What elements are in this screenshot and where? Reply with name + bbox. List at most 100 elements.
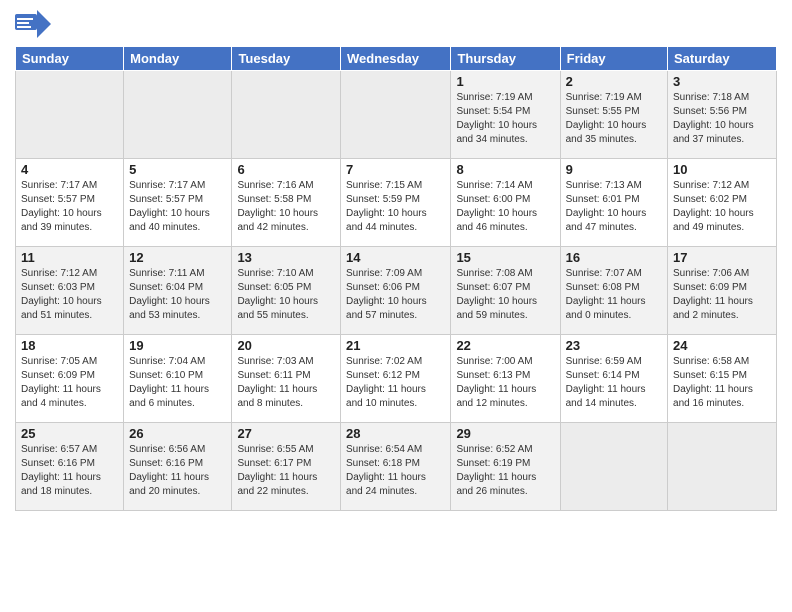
day-number: 14 — [346, 250, 445, 265]
day-number: 29 — [456, 426, 554, 441]
day-number: 16 — [566, 250, 662, 265]
calendar-day-cell: 20 Sunrise: 7:03 AM Sunset: 6:11 PM Dayli… — [232, 335, 341, 423]
day-number: 4 — [21, 162, 118, 177]
calendar-day-cell — [668, 423, 777, 511]
day-number: 7 — [346, 162, 445, 177]
day-info: Sunrise: 7:16 AM Sunset: 5:58 PM Dayligh… — [237, 179, 335, 235]
day-info: Sunrise: 7:17 AM Sunset: 5:57 PM Dayligh… — [21, 179, 118, 235]
day-info: Sunrise: 7:09 AM Sunset: 6:06 PM Dayligh… — [346, 267, 445, 323]
logo-icon — [15, 10, 51, 38]
day-number: 5 — [129, 162, 226, 177]
day-info: Sunrise: 7:12 AM Sunset: 6:03 PM Dayligh… — [21, 267, 118, 323]
day-info: Sunrise: 7:05 AM Sunset: 6:09 PM Dayligh… — [21, 355, 118, 411]
day-info: Sunrise: 6:59 AM Sunset: 6:14 PM Dayligh… — [566, 355, 662, 411]
weekday-header-monday: Monday — [124, 47, 232, 71]
calendar-day-cell: 10Sunrise: 7:12 AM Sunset: 6:02 PM Dayli… — [668, 159, 777, 247]
day-number: 19 — [129, 338, 226, 353]
calendar-day-cell: 24 Sunrise: 6:58 AM Sunset: 6:15 PM Dayli… — [668, 335, 777, 423]
calendar-week-row: 1 Sunrise: 7:19 AM Sunset: 5:54 PM Daylig… — [16, 71, 777, 159]
day-number: 8 — [456, 162, 554, 177]
day-info: Sunrise: 7:07 AM Sunset: 6:08 PM Dayligh… — [566, 267, 662, 323]
day-info: Sunrise: 7:19 AM Sunset: 5:55 PM Dayligh… — [566, 91, 662, 147]
calendar-day-cell: 5 Sunrise: 7:17 AM Sunset: 5:57 PM Daylig… — [124, 159, 232, 247]
calendar-day-cell: 11 Sunrise: 7:12 AM Sunset: 6:03 PM Dayli… — [16, 247, 124, 335]
day-info: Sunrise: 7:19 AM Sunset: 5:54 PM Dayligh… — [456, 91, 554, 147]
day-number: 23 — [566, 338, 662, 353]
header — [15, 10, 777, 38]
calendar-day-cell — [341, 71, 451, 159]
day-number: 24 — [673, 338, 771, 353]
calendar-day-cell: 3 Sunrise: 7:18 AM Sunset: 5:56 PM Daylig… — [668, 71, 777, 159]
calendar-day-cell: 14 Sunrise: 7:09 AM Sunset: 6:06 PM Dayli… — [341, 247, 451, 335]
calendar-day-cell: 6 Sunrise: 7:16 AM Sunset: 5:58 PM Daylig… — [232, 159, 341, 247]
day-info: Sunrise: 6:57 AM Sunset: 6:16 PM Dayligh… — [21, 443, 118, 499]
calendar-day-cell: 26 Sunrise: 6:56 AM Sunset: 6:16 PM Dayli… — [124, 423, 232, 511]
weekday-header-tuesday: Tuesday — [232, 47, 341, 71]
calendar-day-cell: 7 Sunrise: 7:15 AM Sunset: 5:59 PM Daylig… — [341, 159, 451, 247]
day-number: 17 — [673, 250, 771, 265]
day-info: Sunrise: 7:18 AM Sunset: 5:56 PM Dayligh… — [673, 91, 771, 147]
calendar-day-cell — [124, 71, 232, 159]
calendar-day-cell: 16 Sunrise: 7:07 AM Sunset: 6:08 PM Dayli… — [560, 247, 667, 335]
calendar-day-cell: 21Sunrise: 7:02 AM Sunset: 6:12 PM Dayli… — [341, 335, 451, 423]
logo — [15, 10, 55, 38]
calendar-week-row: 4 Sunrise: 7:17 AM Sunset: 5:57 PM Daylig… — [16, 159, 777, 247]
day-number: 27 — [237, 426, 335, 441]
weekday-header-sunday: Sunday — [16, 47, 124, 71]
calendar-week-row: 18 Sunrise: 7:05 AM Sunset: 6:09 PM Dayli… — [16, 335, 777, 423]
calendar-day-cell: 19 Sunrise: 7:04 AM Sunset: 6:10 PM Dayli… — [124, 335, 232, 423]
day-number: 2 — [566, 74, 662, 89]
day-info: Sunrise: 7:15 AM Sunset: 5:59 PM Dayligh… — [346, 179, 445, 235]
calendar-day-cell: 9Sunrise: 7:13 AM Sunset: 6:01 PM Daylig… — [560, 159, 667, 247]
day-info: Sunrise: 6:54 AM Sunset: 6:18 PM Dayligh… — [346, 443, 445, 499]
day-number: 1 — [456, 74, 554, 89]
day-info: Sunrise: 7:11 AM Sunset: 6:04 PM Dayligh… — [129, 267, 226, 323]
day-info: Sunrise: 7:08 AM Sunset: 6:07 PM Dayligh… — [456, 267, 554, 323]
day-info: Sunrise: 7:04 AM Sunset: 6:10 PM Dayligh… — [129, 355, 226, 411]
day-number: 12 — [129, 250, 226, 265]
day-number: 10 — [673, 162, 771, 177]
day-info: Sunrise: 7:00 AM Sunset: 6:13 PM Dayligh… — [456, 355, 554, 411]
day-number: 25 — [21, 426, 118, 441]
day-number: 6 — [237, 162, 335, 177]
calendar-day-cell: 15Sunrise: 7:08 AM Sunset: 6:07 PM Dayli… — [451, 247, 560, 335]
calendar-day-cell: 1 Sunrise: 7:19 AM Sunset: 5:54 PM Daylig… — [451, 71, 560, 159]
day-number: 22 — [456, 338, 554, 353]
calendar-day-cell: 4 Sunrise: 7:17 AM Sunset: 5:57 PM Daylig… — [16, 159, 124, 247]
calendar-table: SundayMondayTuesdayWednesdayThursdayFrid… — [15, 46, 777, 511]
day-number: 9 — [566, 162, 662, 177]
day-info: Sunrise: 6:58 AM Sunset: 6:15 PM Dayligh… — [673, 355, 771, 411]
day-info: Sunrise: 7:17 AM Sunset: 5:57 PM Dayligh… — [129, 179, 226, 235]
calendar-day-cell: 27 Sunrise: 6:55 AM Sunset: 6:17 PM Dayli… — [232, 423, 341, 511]
day-number: 26 — [129, 426, 226, 441]
weekday-header-saturday: Saturday — [668, 47, 777, 71]
day-info: Sunrise: 6:55 AM Sunset: 6:17 PM Dayligh… — [237, 443, 335, 499]
calendar-day-cell: 18 Sunrise: 7:05 AM Sunset: 6:09 PM Dayli… — [16, 335, 124, 423]
day-info: Sunrise: 7:10 AM Sunset: 6:05 PM Dayligh… — [237, 267, 335, 323]
page-container: SundayMondayTuesdayWednesdayThursdayFrid… — [0, 0, 792, 516]
calendar-day-cell — [560, 423, 667, 511]
day-number: 3 — [673, 74, 771, 89]
weekday-header-friday: Friday — [560, 47, 667, 71]
day-info: Sunrise: 7:03 AM Sunset: 6:11 PM Dayligh… — [237, 355, 335, 411]
calendar-week-row: 11 Sunrise: 7:12 AM Sunset: 6:03 PM Dayli… — [16, 247, 777, 335]
calendar-day-cell — [16, 71, 124, 159]
calendar-day-cell: 25 Sunrise: 6:57 AM Sunset: 6:16 PM Dayli… — [16, 423, 124, 511]
day-info: Sunrise: 6:52 AM Sunset: 6:19 PM Dayligh… — [456, 443, 554, 499]
day-number: 13 — [237, 250, 335, 265]
calendar-day-cell: 22 Sunrise: 7:00 AM Sunset: 6:13 PM Dayli… — [451, 335, 560, 423]
day-number: 28 — [346, 426, 445, 441]
day-info: Sunrise: 6:56 AM Sunset: 6:16 PM Dayligh… — [129, 443, 226, 499]
weekday-header-row: SundayMondayTuesdayWednesdayThursdayFrid… — [16, 47, 777, 71]
day-info: Sunrise: 7:06 AM Sunset: 6:09 PM Dayligh… — [673, 267, 771, 323]
calendar-day-cell: 23 Sunrise: 6:59 AM Sunset: 6:14 PM Dayli… — [560, 335, 667, 423]
day-info: Sunrise: 7:14 AM Sunset: 6:00 PM Dayligh… — [456, 179, 554, 235]
day-number: 18 — [21, 338, 118, 353]
calendar-week-row: 25 Sunrise: 6:57 AM Sunset: 6:16 PM Dayli… — [16, 423, 777, 511]
calendar-day-cell: 17 Sunrise: 7:06 AM Sunset: 6:09 PM Dayli… — [668, 247, 777, 335]
day-number: 11 — [21, 250, 118, 265]
calendar-day-cell: 8 Sunrise: 7:14 AM Sunset: 6:00 PM Daylig… — [451, 159, 560, 247]
calendar-day-cell — [232, 71, 341, 159]
day-number: 20 — [237, 338, 335, 353]
day-info: Sunrise: 7:02 AM Sunset: 6:12 PM Dayligh… — [346, 355, 445, 411]
